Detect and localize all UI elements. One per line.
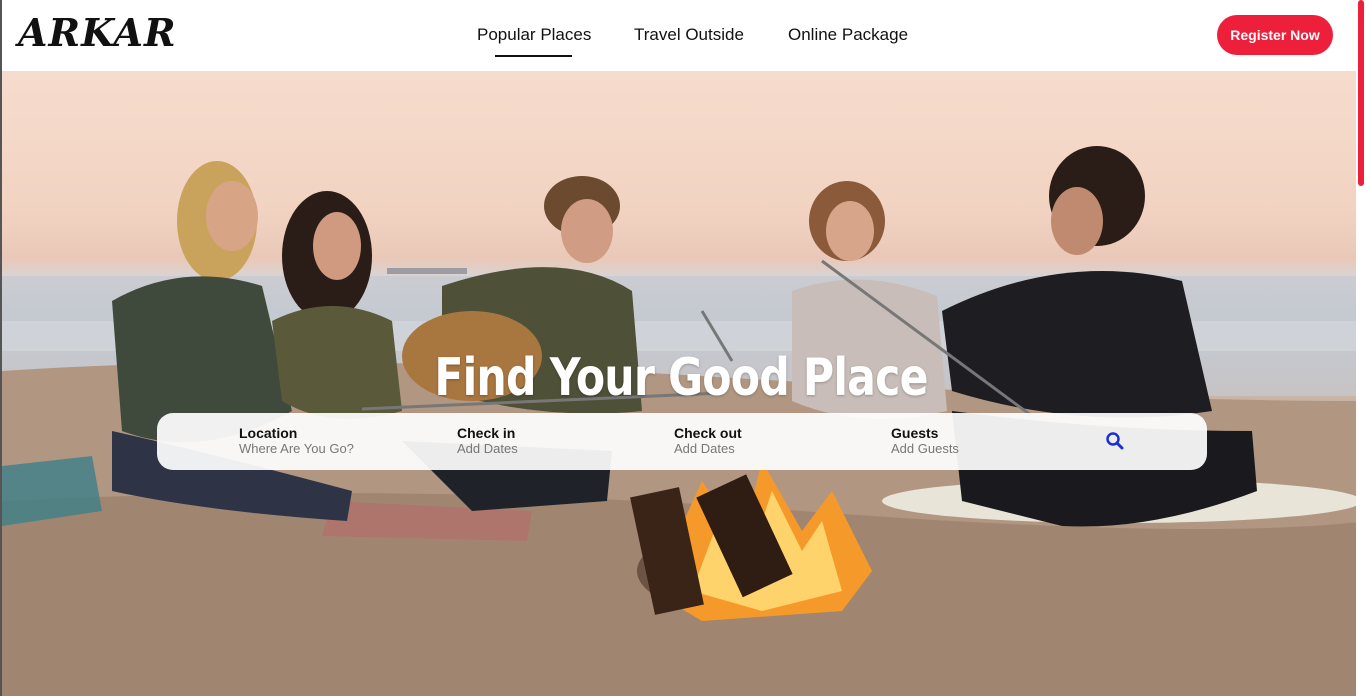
register-now-button[interactable]: Register Now	[1217, 15, 1333, 55]
check-out-hint: Add Dates	[674, 441, 735, 456]
location-field[interactable]: Location Where Are You Go?	[239, 425, 354, 457]
check-out-label: Check out	[674, 425, 742, 441]
location-label: Location	[239, 425, 298, 441]
scrollbar-thumb[interactable]	[1358, 0, 1364, 186]
check-in-field[interactable]: Check in Add Dates	[457, 425, 518, 457]
nav-online-package[interactable]: Online Package	[788, 25, 908, 45]
main-nav: Popular Places Travel Outside Online Pac…	[2, 0, 1366, 71]
nav-travel-outside[interactable]: Travel Outside	[634, 25, 744, 45]
check-in-hint: Add Dates	[457, 441, 518, 456]
guests-field[interactable]: Guests Add Guests	[891, 425, 959, 457]
scrollbar[interactable]	[1356, 0, 1366, 696]
check-in-label: Check in	[457, 425, 516, 441]
guests-hint: Add Guests	[891, 441, 959, 456]
hero-section: Find Your Good Place Location Where Are …	[0, 71, 1366, 696]
location-hint: Where Are You Go?	[239, 441, 354, 456]
nav-popular-places[interactable]: Popular Places	[477, 25, 591, 45]
hero-title: Find Your Good Place	[434, 348, 928, 408]
nav-active-indicator	[495, 55, 572, 57]
site-header: ARKAR Popular Places Travel Outside Onli…	[0, 0, 1366, 71]
guests-label: Guests	[891, 425, 939, 441]
search-bar: Location Where Are You Go? Check in Add …	[157, 413, 1207, 470]
search-icon[interactable]	[1105, 431, 1125, 451]
check-out-field[interactable]: Check out Add Dates	[674, 425, 742, 457]
